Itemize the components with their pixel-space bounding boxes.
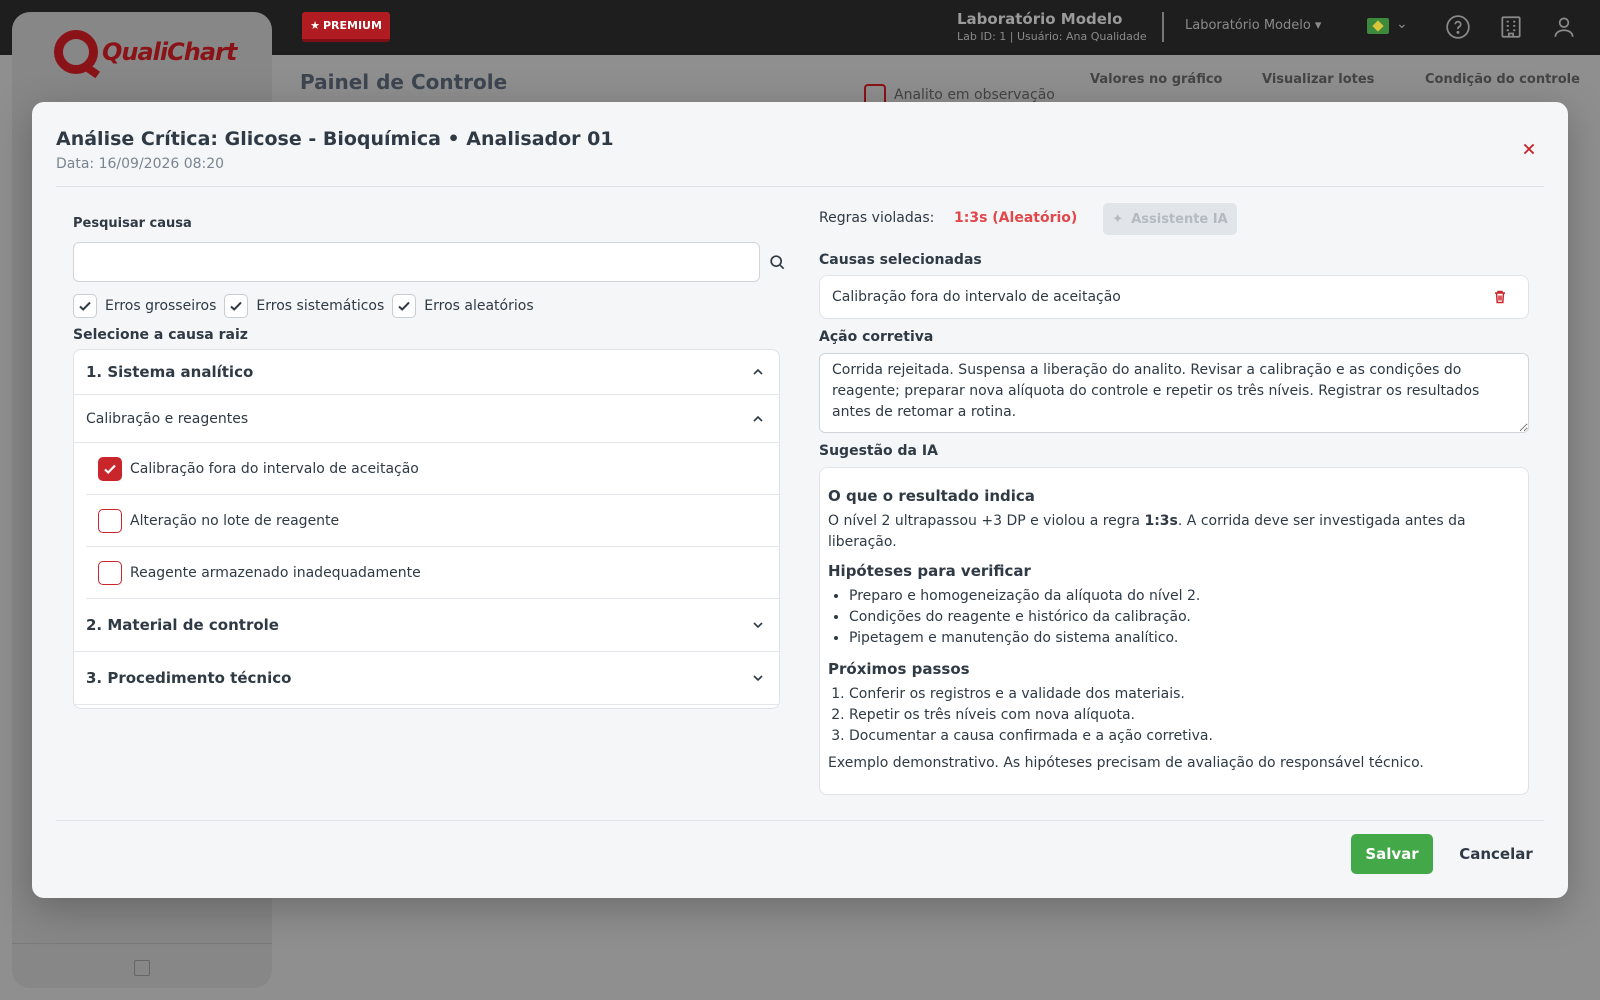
values-in-chart-label: Valores no gráfico bbox=[1090, 72, 1223, 87]
ai-suggestion-panel: O que o resultado indica O nível 2 ultra… bbox=[819, 467, 1529, 795]
brazil-flag-icon[interactable] bbox=[1367, 18, 1389, 34]
violated-rules-label: Regras violadas: bbox=[819, 210, 935, 226]
divider bbox=[1162, 12, 1164, 42]
help-icon[interactable] bbox=[1445, 14, 1471, 40]
cause-item-reagent-lot[interactable]: Alteração no lote de reagente bbox=[86, 495, 779, 547]
check-icon bbox=[79, 301, 91, 311]
check-icon bbox=[398, 301, 410, 311]
check-icon bbox=[104, 464, 116, 474]
selected-causes-label: Causas selecionadas bbox=[819, 252, 982, 268]
root-cause-label: Selecione a causa raiz bbox=[73, 327, 248, 343]
list-item: Condições do reagente e histórico da cal… bbox=[849, 607, 1520, 628]
filter-systematic-errors[interactable]: Erros sistemáticos bbox=[224, 294, 384, 318]
premium-badge[interactable]: ★ PREMIUM bbox=[302, 12, 390, 42]
subgroup-calibration-reagents[interactable]: Calibração e reagentes bbox=[74, 395, 779, 443]
suggestion-note: Exemplo demonstrativo. As hipóteses prec… bbox=[828, 755, 1424, 771]
save-button[interactable]: Salvar bbox=[1351, 834, 1433, 874]
list-item: Repetir os três níveis com nova alíquota… bbox=[849, 705, 1520, 726]
cause-checkbox[interactable] bbox=[98, 508, 122, 533]
lab-name: Laboratório Modelo bbox=[957, 10, 1123, 28]
filter-gross-errors[interactable]: Erros grosseiros bbox=[73, 294, 216, 318]
chevron-down-icon[interactable] bbox=[751, 671, 765, 685]
ai-suggestion-label: Sugestão da IA bbox=[819, 443, 938, 459]
search-label: Pesquisar causa bbox=[73, 216, 192, 231]
section-control-material[interactable]: 2. Material de controle bbox=[74, 599, 779, 652]
trash-icon[interactable] bbox=[1492, 289, 1508, 305]
critical-analysis-modal: Análise Crítica: Glicose - Bioquímica • … bbox=[32, 102, 1568, 898]
building-icon[interactable] bbox=[1498, 14, 1524, 40]
suggestion-heading: O que o resultado indica bbox=[828, 487, 1035, 505]
close-icon[interactable] bbox=[1518, 138, 1540, 160]
lab-user-info: Lab ID: 1 | Usuário: Ana Qualidade bbox=[957, 30, 1147, 43]
selected-cause-chip: Calibração fora do intervalo de aceitaçã… bbox=[819, 275, 1529, 319]
page-title: Painel de Controle bbox=[300, 70, 508, 94]
list-item: Conferir os registros e a validade dos m… bbox=[849, 684, 1520, 705]
corrective-action-label: Ação corretiva bbox=[819, 329, 934, 345]
checkbox[interactable] bbox=[224, 294, 249, 318]
list-item: Documentar a causa confirmada e a ação c… bbox=[849, 726, 1520, 747]
section-technical-procedure[interactable]: 3. Procedimento técnico bbox=[74, 652, 779, 705]
list-item: Pipetagem e manutenção do sistema analít… bbox=[849, 628, 1520, 649]
next-steps-list: Conferir os registros e a validade dos m… bbox=[828, 684, 1520, 747]
filter-random-errors[interactable]: Erros aleatórios bbox=[392, 294, 534, 318]
cause-checkbox[interactable] bbox=[98, 456, 122, 481]
divider bbox=[12, 943, 272, 944]
divider bbox=[56, 186, 1544, 187]
cause-item-reagent-storage[interactable]: Reagente armazenado inadequadamente bbox=[86, 547, 779, 599]
violated-rule-value: 1:3s (Aleatório) bbox=[954, 210, 1078, 226]
control-condition-label: Condição do controle bbox=[1425, 72, 1580, 87]
section-analytical-system[interactable]: 1. Sistema analítico bbox=[74, 350, 779, 395]
star-icon: ★ bbox=[310, 19, 320, 32]
error-type-filters: Erros grosseiros Erros sistemáticos Erro… bbox=[73, 294, 542, 318]
chevron-up-icon[interactable] bbox=[751, 412, 765, 426]
suggestion-heading: Hipóteses para verificar bbox=[828, 562, 1031, 580]
modal-title: Análise Crítica: Glicose - Bioquímica • … bbox=[56, 128, 614, 150]
qualichart-logo: QualiChart bbox=[54, 30, 237, 74]
divider bbox=[56, 820, 1544, 821]
logo-mark bbox=[54, 30, 98, 74]
sparkle-icon: ✦ bbox=[1112, 211, 1124, 227]
list-item: Preparo e homogeneização da alíquota do … bbox=[849, 586, 1520, 607]
corrective-action-textarea[interactable] bbox=[819, 353, 1529, 433]
root-cause-tree: 1. Sistema analítico Calibração e reagen… bbox=[73, 349, 780, 709]
search-icon[interactable] bbox=[767, 252, 787, 272]
lab-select[interactable]: Laboratório Modelo ▾ bbox=[1185, 18, 1321, 33]
chevron-down-icon[interactable]: ⌄ bbox=[1396, 16, 1408, 32]
cancel-button[interactable]: Cancelar bbox=[1450, 834, 1542, 874]
hypotheses-list: Preparo e homogeneização da alíquota do … bbox=[828, 586, 1520, 649]
suggestion-paragraph: O nível 2 ultrapassou +3 DP e violou a r… bbox=[828, 513, 1466, 550]
search-input[interactable] bbox=[73, 242, 760, 282]
modal-date: Data: 16/09/2026 08:20 bbox=[56, 156, 225, 172]
user-icon[interactable] bbox=[1551, 14, 1577, 40]
view-lots-label: Visualizar lotes bbox=[1262, 72, 1375, 87]
check-icon bbox=[230, 301, 243, 311]
chevron-up-icon[interactable] bbox=[751, 365, 765, 379]
ai-assistant-button[interactable]: ✦ Assistente IA bbox=[1103, 203, 1237, 235]
cause-checkbox[interactable] bbox=[98, 560, 122, 585]
suggestion-heading: Próximos passos bbox=[828, 660, 970, 678]
collapse-sidebar-icon[interactable] bbox=[134, 960, 150, 976]
checkbox[interactable] bbox=[73, 294, 97, 318]
lab-info: Laboratório Modelo Lab ID: 1 | Usuário: … bbox=[957, 10, 1147, 43]
cause-item-calibration[interactable]: Calibração fora do intervalo de aceitaçã… bbox=[86, 443, 779, 495]
chevron-down-icon[interactable] bbox=[751, 618, 765, 632]
checkbox[interactable] bbox=[392, 294, 417, 318]
